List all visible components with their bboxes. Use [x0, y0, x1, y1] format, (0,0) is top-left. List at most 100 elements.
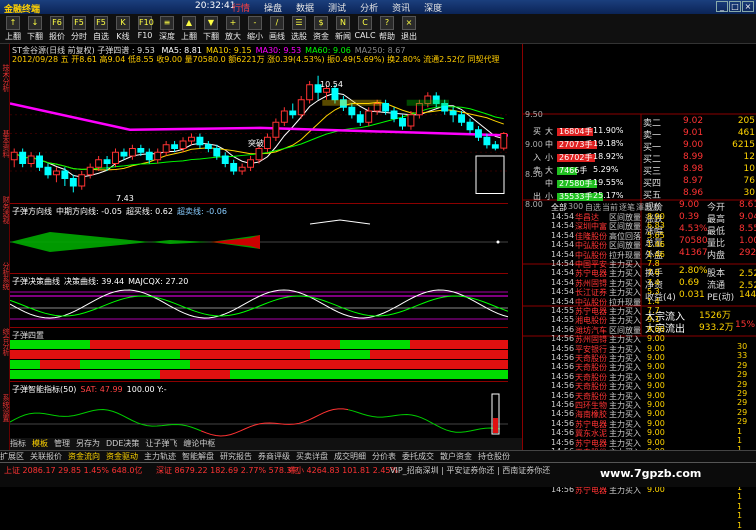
toolbar-button-17[interactable]: ? 帮助 [376, 15, 398, 43]
stat-value2: 1.00 [739, 236, 756, 246]
func-tab-0[interactable]: 扩展区 [0, 452, 24, 461]
maximize-icon[interactable]: □ [729, 1, 741, 12]
watermark: www.7gpzb.com [600, 467, 702, 480]
alert-price: 9.00 [647, 400, 665, 409]
menu-item-5[interactable]: 资讯 [392, 4, 410, 14]
left-tab-4[interactable]: 综合分析 [0, 310, 10, 374]
indicator-tab-6[interactable]: 缠论中枢 [183, 439, 215, 448]
toolbar-button-8[interactable]: ▲ 上翻 [178, 15, 200, 43]
func-tab-9[interactable]: 成交明细 [334, 452, 366, 461]
toolbar-button-2[interactable]: F6 报价 [46, 15, 68, 43]
func-tab-2[interactable]: 资金流向 [68, 452, 100, 461]
toolbar-button-4[interactable]: F5 自选 [90, 15, 112, 43]
indicator-tab-4[interactable]: DDE决策 [106, 439, 139, 448]
indicator-tab-0[interactable]: 指标 [10, 439, 26, 448]
indicator-tab-1[interactable]: 模板 [32, 439, 48, 448]
toolbar-button-3[interactable]: F5 分时 [68, 15, 90, 43]
toolbar-button-14[interactable]: $ 资金 [310, 15, 332, 43]
bigflow-value: 933.2万 [699, 323, 734, 333]
toolbar-button-5[interactable]: K K线 [112, 15, 134, 43]
func-tab-11[interactable]: 委托成交 [402, 452, 434, 461]
toolbar-button-16[interactable]: C CALC [354, 15, 376, 43]
kline-chart[interactable] [10, 44, 508, 204]
quad-panel[interactable]: 子弹四置 [10, 328, 508, 382]
smart-curve-green2 [347, 409, 501, 433]
func-tab-1[interactable]: 关联报价 [30, 452, 62, 461]
left-tab-0[interactable]: 技术分析 [0, 46, 10, 110]
func-tab-4[interactable]: 主力轨迹 [144, 452, 176, 461]
func-tab-3[interactable]: 资金驱动 [106, 452, 138, 461]
direction-panel[interactable]: 子弹方向线 中期方向线: -0.05 超买线: 0.62 超卖线: -0.06 [10, 204, 508, 274]
menu-item-4[interactable]: 分析 [360, 4, 378, 14]
indicator-tab-3[interactable]: 另存为 [76, 439, 100, 448]
toolbar-button-0[interactable]: ↑ 上翻 [2, 15, 24, 43]
ask-row-1[interactable]: 卖一 9.01 461 [643, 128, 755, 141]
left-tab-2[interactable]: 财务透视 [0, 178, 10, 242]
stat2-value: 0.031 [679, 290, 705, 300]
decision-panel[interactable]: 子弹决策曲线 决策曲线: 39.44 MAJCQX: 27.20 [10, 274, 508, 328]
chart-area[interactable]: ST金谷源(日线 前复权) 子弹四谱 : 9.53 MA5: 8.81 MA10:… [10, 44, 508, 446]
bid-vol: 12 [743, 152, 755, 162]
menu-item-2[interactable]: 数据 [296, 4, 314, 14]
menu-item-3[interactable]: 测试 [328, 4, 346, 14]
menu-item-6[interactable]: 深度 [424, 4, 442, 14]
menu-item-0[interactable]: 行情 [232, 4, 250, 14]
stat2-value: 0.69 [679, 278, 700, 288]
toolbar-button-1[interactable]: ↓ 下翻 [24, 15, 46, 43]
toolbar-button-11[interactable]: - 缩小 [244, 15, 266, 43]
minimize-icon[interactable]: _ [716, 1, 728, 12]
toolbar-button-7[interactable]: ≡ 深度 [156, 15, 178, 43]
candle-body [78, 174, 86, 187]
candle-body [356, 114, 364, 123]
trade-vol: 1 [737, 436, 743, 445]
func-tab-6[interactable]: 研究报告 [220, 452, 252, 461]
list-tab-1[interactable]: 300 [568, 202, 583, 211]
candle-body [188, 136, 195, 142]
toolbar-button-12[interactable]: / 画线 [266, 15, 288, 43]
alert-price: 9.00 [647, 343, 665, 353]
ask-price: 9.01 [683, 128, 704, 138]
ask-row-0[interactable]: 卖二 9.02 205 [643, 116, 755, 129]
flow-size: 小 [545, 153, 553, 162]
alert-price: 9.1 [647, 315, 660, 325]
func-tab-12[interactable]: 散户资金 [440, 452, 472, 461]
flow-level-1: 中 27073手 19.18% [533, 139, 633, 151]
quad-block [10, 370, 160, 379]
bid-row-2[interactable]: 买三 8.98 10 [643, 164, 755, 177]
bid-row-4[interactable]: 买五 8.96 30 [643, 188, 755, 201]
bid-row-3[interactable]: 买四 8.97 76 [643, 176, 755, 189]
toolbar-icon: F10 [138, 16, 154, 30]
left-tab-3[interactable]: 分析系统 [0, 244, 10, 308]
kline-panel[interactable]: ST金谷源(日线 前复权) 子弹四谱 : 9.53 MA5: 8.81 MA10:… [10, 44, 508, 204]
flow-size: 中 [545, 140, 553, 149]
toolbar: ↑ 上翻 ↓ 下翻 F6 报价 F5 分时 F5 自选 K K线 F10 F10 ≡ 深度 ▲ 上翻 ▼ 下翻 + 放大 -… [0, 14, 756, 44]
alert-time: 14:56 [551, 437, 575, 447]
bid-row-1[interactable]: 买二 8.99 12 [643, 152, 755, 165]
func-tab-13[interactable]: 持仓股份 [478, 452, 510, 461]
close-icon[interactable]: × [742, 1, 754, 12]
trade-vol: 1 [737, 511, 743, 521]
candle-body [52, 170, 60, 176]
toolbar-button-6[interactable]: F10 F10 [134, 15, 156, 43]
left-tab-1[interactable]: 基本资料 [0, 112, 10, 176]
smart-panel[interactable]: 子弹智能指标(50) SAT: 47.99 100.00 Y:- [10, 382, 508, 442]
func-tab-7[interactable]: 券商评级 [258, 452, 290, 461]
toolbar-button-9[interactable]: ▼ 下翻 [200, 15, 222, 43]
toolbar-button-18[interactable]: × 退出 [398, 15, 420, 43]
decision-chart [10, 289, 508, 320]
candle-body [128, 148, 136, 157]
func-tab-10[interactable]: 分价表 [372, 452, 396, 461]
toolbar-button-15[interactable]: N 新闻 [332, 15, 354, 43]
alert-time: 14:54 [551, 268, 575, 278]
menu-item-1[interactable]: 操盘 [264, 4, 282, 14]
func-tab-8[interactable]: 买卖详盘 [296, 452, 328, 461]
indicator-tab-2[interactable]: 管理 [54, 439, 70, 448]
alert-price: 9.00 [647, 437, 665, 447]
left-tab-5[interactable]: 系统设置 [0, 376, 10, 440]
stat-value: 4.53% [679, 224, 708, 234]
toolbar-button-10[interactable]: + 放大 [222, 15, 244, 43]
func-tab-5[interactable]: 智能解盘 [182, 452, 214, 461]
toolbar-button-13[interactable]: ☰ 选股 [288, 15, 310, 43]
bid-row-0[interactable]: 买一 9.00 6215 [643, 140, 755, 153]
indicator-tab-5[interactable]: 让子弹飞 [145, 439, 177, 448]
